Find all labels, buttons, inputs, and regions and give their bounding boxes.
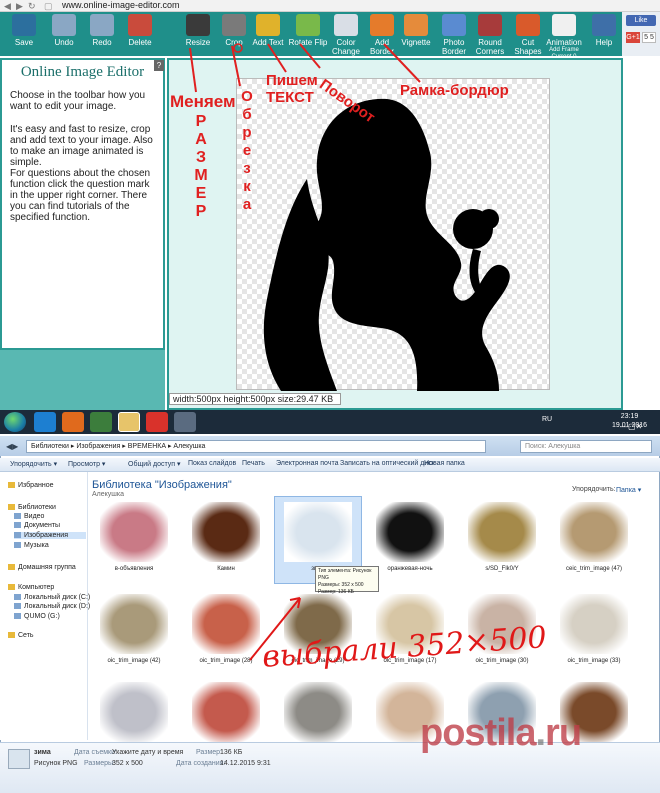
watermark-main: postila — [420, 712, 536, 754]
details-dims-key: Размеры: — [84, 760, 116, 767]
watermark-tld: ru — [545, 712, 582, 754]
details-type: Рисунок PNG — [34, 760, 78, 767]
postila-watermark: postila.ru — [420, 712, 582, 755]
details-taken-value[interactable]: Укажите дату и время — [112, 749, 183, 756]
details-size-value: 136 КБ — [220, 749, 243, 756]
details-created-value: 14.12.2015 9:31 — [220, 760, 271, 767]
details-name: зима — [34, 749, 51, 756]
details-dims-value: 352 x 500 — [112, 760, 143, 767]
watermark-dot: . — [535, 712, 546, 754]
details-thumbnail — [8, 749, 30, 769]
explorer-annotation-arrow — [249, 597, 301, 661]
details-size-key: Размер: — [196, 749, 223, 756]
details-taken-key: Дата съемки: — [74, 749, 117, 756]
details-created-key: Дата создания: — [176, 760, 226, 767]
